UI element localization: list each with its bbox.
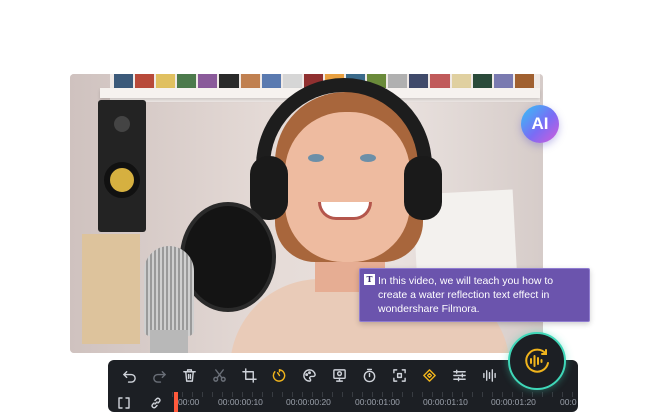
auto-caption-box[interactable]: T In this video, we will teach you how t… xyxy=(359,268,590,322)
redo-icon[interactable] xyxy=(151,367,167,383)
speaker-woofer xyxy=(104,162,140,198)
timer-icon[interactable] xyxy=(361,367,377,383)
keyframe-icon[interactable] xyxy=(421,367,437,383)
ai-badge-label: AI xyxy=(531,114,549,133)
pop-filter xyxy=(180,202,276,312)
delete-icon[interactable] xyxy=(181,367,197,383)
timecode: 00:00:01:20 xyxy=(491,397,536,407)
link-icon[interactable] xyxy=(150,396,162,409)
timecode: 00:00:01:00 xyxy=(355,397,400,407)
microphone xyxy=(144,246,194,336)
audio-denoise-icon xyxy=(525,348,549,373)
ai-badge[interactable]: AI xyxy=(521,105,559,143)
microphone-base xyxy=(150,330,188,353)
headphones-earcup-right xyxy=(404,156,442,220)
caption-text: In this video, we will teach you how to … xyxy=(378,275,554,315)
audio-denoise-button[interactable] xyxy=(508,332,566,390)
crop-icon[interactable] xyxy=(241,367,257,383)
timecode: 00:00:00:10 xyxy=(218,397,263,407)
timecode: 00:00 xyxy=(178,397,200,407)
cut-icon[interactable] xyxy=(211,367,227,383)
speaker-tweeter xyxy=(114,116,130,132)
color-palette-icon[interactable] xyxy=(301,367,317,383)
speaker-stand xyxy=(82,234,140,344)
ai-portrait-icon[interactable] xyxy=(331,367,347,383)
timecode: 00:00:00:20 xyxy=(286,397,331,407)
timeline-ruler[interactable]: 00:00 00:00:00:10 00:00:00:20 00:00:01:0… xyxy=(108,390,578,412)
studio-speaker xyxy=(98,100,146,232)
timecode: 00:00:01:10 xyxy=(423,397,468,407)
split-track-icon[interactable] xyxy=(118,396,130,409)
audio-waveform-icon[interactable] xyxy=(481,367,497,383)
timecode: 00:0 xyxy=(560,397,577,407)
adjust-icon[interactable] xyxy=(451,367,467,383)
timeline-panel: 00:00 00:00:00:10 00:00:00:20 00:00:01:0… xyxy=(108,360,578,412)
headphones-earcup-left xyxy=(250,156,288,220)
editor-stage: AI T In this video, we will teach you ho… xyxy=(0,0,660,414)
speed-icon[interactable] xyxy=(271,367,287,383)
text-caption-icon: T xyxy=(364,274,375,285)
fullscreen-icon[interactable] xyxy=(391,367,407,383)
undo-icon[interactable] xyxy=(121,367,137,383)
